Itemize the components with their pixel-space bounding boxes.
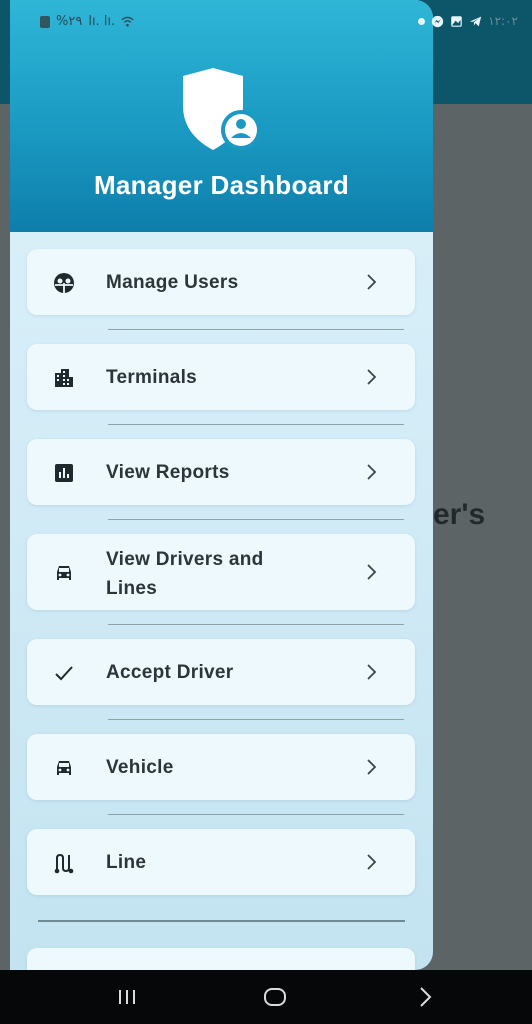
drawer-section-divider [38, 920, 405, 922]
chevron-right-icon [367, 464, 377, 480]
menu-item-label: Accept Driver [106, 662, 234, 683]
menu-divider [108, 719, 404, 720]
car-icon [57, 761, 71, 775]
battery-percent: %۲۹ [56, 14, 83, 29]
drawer-title: Manager Dashboard [93, 170, 350, 200]
menu-item-manage-users[interactable]: Manage Users [27, 249, 415, 315]
chevron-right-icon [367, 664, 377, 680]
menu-item-view-drivers-and-lines[interactable]: View Drivers and Lines [27, 534, 415, 610]
messenger-icon [431, 15, 444, 27]
menu-divider [108, 624, 404, 625]
building-icon [55, 369, 73, 387]
menu-divider [108, 814, 404, 815]
status-right: ۱۲:۰۲ [418, 14, 518, 28]
menu-divider [108, 519, 404, 520]
car-icon [57, 566, 71, 580]
menu-item-label: Line [106, 852, 147, 873]
reports-icon [55, 464, 73, 482]
wifi-icon [121, 16, 134, 27]
manage-users-icon [54, 273, 74, 293]
chevron-right-icon [367, 274, 377, 290]
menu-divider [108, 329, 404, 330]
menu-item-vehicle[interactable]: Vehicle [27, 734, 415, 800]
battery-icon [40, 15, 50, 28]
chevron-right-icon [367, 564, 377, 580]
status-bar: %۲۹ lı. lı. ۱۲:۰۲ [0, 0, 532, 40]
shield-user-icon [183, 68, 261, 150]
telegram-icon [469, 16, 482, 26]
chevron-right-icon [367, 369, 377, 385]
gallery-icon [451, 15, 462, 27]
status-left: %۲۹ lı. lı. [40, 14, 134, 29]
home-icon[interactable] [260, 983, 290, 1011]
recent-apps-icon[interactable] [112, 983, 142, 1011]
menu-item-label: Vehicle [106, 757, 174, 778]
menu-item-label: View Reports [106, 462, 230, 483]
notification-dot-icon [418, 17, 426, 25]
menu-item-accept-driver[interactable]: Accept Driver [27, 639, 415, 705]
route-icon [54, 853, 74, 874]
navigation-drawer: Manager Dashboard Manage Users Terminals… [10, 0, 433, 970]
clock: ۱۲:۰۲ [488, 14, 518, 28]
chevron-right-icon [367, 854, 377, 870]
menu-item-view-reports[interactable]: View Reports [27, 439, 415, 505]
back-icon[interactable] [410, 983, 440, 1011]
menu-item-partial[interactable] [27, 948, 415, 970]
menu-item-line[interactable]: Line [27, 829, 415, 895]
check-icon [55, 666, 73, 681]
background-app-text: er's [433, 498, 486, 531]
signal-text: lı. lı. [88, 14, 116, 29]
menu-divider [108, 424, 404, 425]
chevron-right-icon [367, 759, 377, 775]
menu-item-label: Terminals [106, 367, 198, 388]
menu-item-label: Manage Users [106, 272, 239, 293]
system-navigation-bar [0, 970, 532, 1024]
menu-item-terminals[interactable]: Terminals [27, 344, 415, 410]
menu-item-label: View Drivers and Lines [106, 549, 264, 599]
